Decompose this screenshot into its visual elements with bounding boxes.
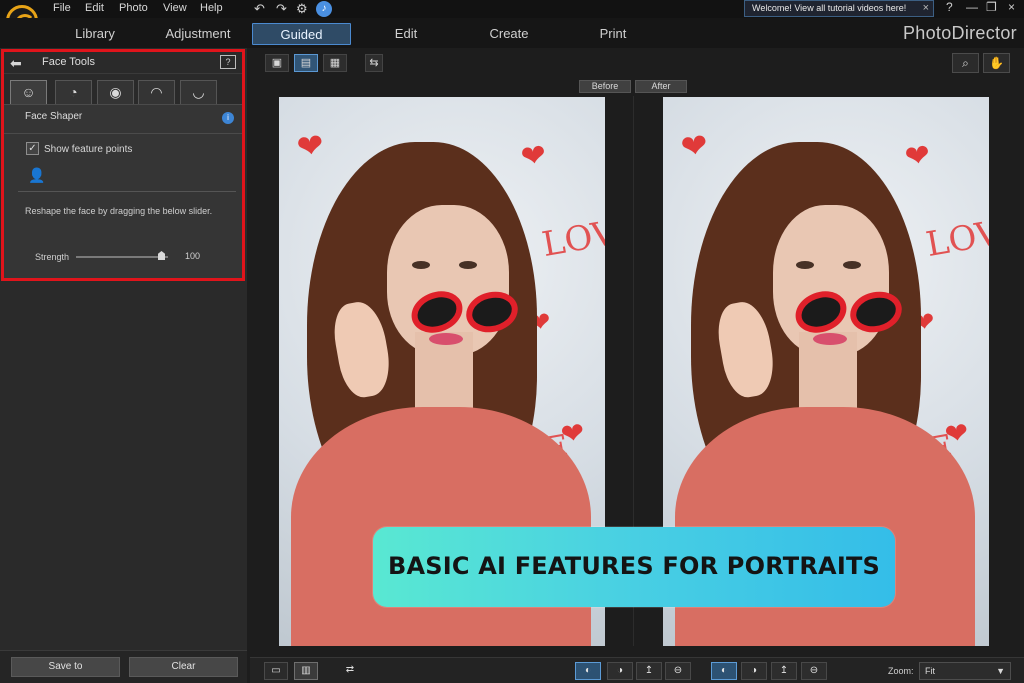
menu-help[interactable]: Help — [200, 2, 223, 14]
heart-decoration: ❤ — [678, 126, 711, 166]
help-question-icon[interactable]: ? — [946, 0, 953, 14]
single-photo-icon[interactable]: ▣ — [265, 54, 289, 72]
menu-file[interactable]: File — [53, 2, 71, 14]
settings-gear-icon[interactable]: ⚙ — [296, 1, 308, 17]
minimize-icon[interactable]: — — [966, 0, 978, 14]
feature-banner: BASIC AI FEATURES FOR PORTRAITS — [373, 527, 895, 607]
tab-guided[interactable]: Guided — [252, 23, 351, 45]
lips — [813, 333, 847, 345]
photo-director-window: File Edit Photo View Help ↶ ↷ ⚙ ♪ Welcom… — [0, 0, 1024, 683]
menu-bar: File Edit Photo View Help ↶ ↷ ⚙ ♪ Welcom… — [0, 0, 1024, 37]
before-after-toggle-icon[interactable]: ◐ — [711, 662, 737, 680]
zoom-value: Fit — [925, 666, 935, 676]
rotate-view-icon[interactable]: ⇄ — [338, 662, 362, 680]
search-icon[interactable]: ⌕ — [952, 53, 979, 73]
restore-icon[interactable]: ❐ — [986, 0, 997, 14]
after-label: After — [635, 80, 687, 93]
tab-edit[interactable]: Edit — [386, 23, 426, 45]
right-eye — [843, 261, 861, 269]
heart-decoration: ❤ — [902, 138, 933, 175]
right-eye — [459, 261, 477, 269]
welcome-tooltip[interactable]: Welcome! View all tutorial videos here! … — [744, 0, 934, 17]
banner-text: BASIC AI FEATURES FOR PORTRAITS — [387, 552, 881, 580]
lips — [429, 333, 463, 345]
adjust-icon[interactable]: ⊖ — [665, 662, 691, 680]
tab-print[interactable]: Print — [593, 23, 633, 45]
slider-icon[interactable]: ↥ — [771, 662, 797, 680]
zoom-label: Zoom: — [888, 666, 914, 676]
compare-half-icon[interactable]: ◑ — [607, 662, 633, 680]
left-eye — [796, 261, 814, 269]
tab-library[interactable]: Library — [60, 23, 130, 45]
close-window-icon[interactable]: × — [1008, 0, 1015, 14]
redo-icon[interactable]: ↷ — [276, 1, 287, 17]
clear-button[interactable]: Clear — [129, 657, 238, 677]
brand-title: PhotoDirector — [903, 23, 1017, 43]
welcome-text: Welcome! View all tutorial videos here! — [752, 3, 907, 13]
close-icon[interactable]: × — [923, 1, 929, 16]
slider-icon[interactable]: ↥ — [636, 662, 662, 680]
left-eye — [412, 261, 430, 269]
switch-view-icon[interactable]: ⇆ — [365, 54, 383, 72]
before-after-toggle-icon[interactable]: ◐ — [575, 662, 601, 680]
heart-decoration: ❤ — [518, 138, 549, 175]
tab-adjustment[interactable]: Adjustment — [158, 23, 238, 45]
red-highlight-frame — [1, 49, 245, 281]
menu-edit[interactable]: Edit — [85, 2, 104, 14]
compare-half-icon[interactable]: ◑ — [741, 662, 767, 680]
undo-icon[interactable]: ↶ — [254, 1, 265, 17]
split-view-icon[interactable]: ▥ — [294, 662, 318, 680]
menu-photo[interactable]: Photo — [119, 2, 148, 14]
workspace-tools: ⌕ ✋ — [952, 53, 1010, 73]
notification-bell-icon[interactable]: ♪ — [316, 1, 332, 17]
zoom-select[interactable]: Fit ▼ — [919, 662, 1011, 680]
single-view-icon[interactable]: ▭ — [264, 662, 288, 680]
tab-create[interactable]: Create — [486, 23, 532, 45]
menu-view[interactable]: View — [163, 2, 187, 14]
main-tabs: Library Adjustment Guided Edit Create Pr… — [0, 18, 1024, 48]
save-to-button[interactable]: Save to — [11, 657, 120, 677]
before-label: Before — [579, 80, 631, 93]
heart-decoration: ❤ — [294, 126, 327, 166]
compare-photo-icon[interactable]: ▤ — [294, 54, 318, 72]
hand-icon[interactable]: ✋ — [983, 53, 1010, 73]
chevron-down-icon: ▼ — [996, 666, 1005, 676]
adjust-icon[interactable]: ⊖ — [801, 662, 827, 680]
grid-view-icon[interactable]: ▦ — [323, 54, 347, 72]
